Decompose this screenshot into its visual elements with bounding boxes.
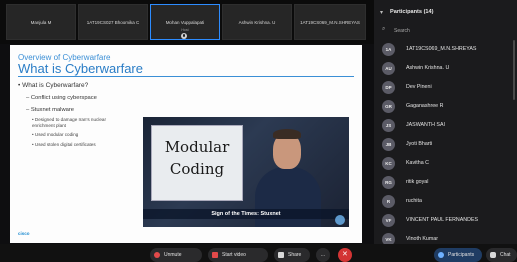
participant-name: JASWANTH SAI [406,122,445,128]
board-text: Coding [169,160,225,178]
participant-row[interactable]: 1A 1AT19CS069_M.N.SHREYAS [374,40,517,59]
participant-name: Ashwin Krishna. U [406,65,450,71]
participants-title: Participants (14) [390,9,434,15]
video-tile[interactable]: 1AT19CS069_M.N.SHREYAS [294,4,366,40]
avatar: VF [382,214,395,227]
avatar: JB [382,138,395,151]
avatar: R [382,195,395,208]
title-divider [18,76,354,77]
tile-name: Mohan Vuppalapati [165,20,205,25]
tile-name: Ashwin Krishna. U [238,20,276,25]
participant-row[interactable]: DP Dev Pineni [374,78,517,97]
video-tile[interactable]: Manjula M [6,4,76,40]
participant-name: Jyoti Bharti [406,141,433,147]
slide-bullet: Used stolen digital certificates [32,142,96,147]
participants-label: Participants [448,252,475,258]
participant-name: Vinoth Kumar [406,236,438,242]
start-video-button[interactable]: Start video [208,248,268,262]
share-icon [278,252,284,258]
slide-bullet: Used modular coding [32,132,78,137]
participant-row[interactable]: RG ritik goyal [374,173,517,192]
chat-button[interactable]: Chat [486,248,517,262]
mic-muted-icon [154,252,160,258]
tile-role: Host [181,28,189,32]
slide-bullet: Designed to damage Iran's nuclear enrich… [32,117,122,128]
chat-label: Chat [500,252,511,258]
avatar: KC [382,157,395,170]
cisco-logo: cisco [18,231,30,236]
close-icon: ✕ [342,251,348,258]
participants-header[interactable]: ▾ Participants (14) [374,8,517,20]
participants-panel: ▾ Participants (14) ⌕ Search 1A 1AT19CS0… [374,0,517,262]
start-video-label: Start video [222,252,246,258]
participant-row[interactable]: R ruchita [374,192,517,211]
more-options-button[interactable]: ... [316,248,330,262]
participant-row[interactable]: VF VINCENT PAUL FERNANDES [374,211,517,230]
tile-name: 1AT19CS069_M.N.SHREYAS [300,20,360,25]
participant-name: Kavitha C [406,160,429,166]
avatar: AU [382,62,395,75]
participant-name: 1AT19CS069_M.N.SHREYAS [406,46,477,52]
slide-bullet: Stuxnet malware [26,107,74,113]
tile-name: Manjula M [30,20,52,25]
participants-icon [438,252,444,258]
meeting-toolbar: Unmute Start video Share ... ✕ Participa… [0,244,517,262]
more-label: ... [320,252,326,258]
avatar: GR [382,100,395,113]
slide-bullet: What is Cyberwarfare? [18,82,88,89]
video-tile-active-speaker[interactable]: Mohan Vuppalapati Host [150,4,220,40]
participant-name: ruchita [406,198,422,204]
participant-row[interactable]: KC Kavitha C [374,154,517,173]
participant-row[interactable]: GR Gaganashree R [374,97,517,116]
unmute-label: Unmute [164,252,182,258]
tile-name: 1AT19CS027 Bhoomika C [86,20,140,25]
participant-name: VINCENT PAUL FERNANDES [406,217,479,223]
video-whiteboard: Modular Coding [151,125,243,201]
share-label: Share [288,252,302,258]
chevron-down-icon[interactable]: ▾ [380,9,383,16]
embedded-video[interactable]: Modular Coding Sign of the Times: Stuxne… [143,117,349,227]
avatar: JS [382,119,395,132]
video-tile[interactable]: Ashwin Krishna. U [222,4,292,40]
video-caption: Sign of the Times: Stuxnet [143,209,349,219]
participant-name: ritik goyal [406,179,429,185]
participant-list: 1A 1AT19CS069_M.N.SHREYAS AU Ashwin Kris… [374,40,517,249]
video-tile[interactable]: 1AT19CS027 Bhoomika C [78,4,148,40]
mic-icon [181,33,187,39]
video-logo-icon [335,215,345,225]
shared-screen: Overview of Cyberwarfare What is Cyberwa… [10,45,362,243]
participant-row[interactable]: JS JASWANTH SAI [374,116,517,135]
avatar: DP [382,81,395,94]
avatar: RG [382,176,395,189]
participant-name: Gaganashree R [406,103,444,109]
search-icon: ⌕ [382,26,386,32]
participants-button[interactable]: Participants [434,248,482,262]
leave-meeting-button[interactable]: ✕ [338,248,352,262]
search-placeholder: Search [394,28,410,34]
avatar: 1A [382,43,395,56]
chat-icon [490,252,496,258]
board-text: Modular [164,138,230,156]
search-input[interactable]: ⌕ Search [380,26,510,36]
video-strip: Manjula M 1AT19CS027 Bhoomika C Mohan Vu… [0,0,374,44]
unmute-button[interactable]: Unmute [150,248,202,262]
participant-name: Dev Pineni [406,84,432,90]
participant-row[interactable]: AU Ashwin Krishna. U [374,59,517,78]
slide-title: What is Cyberwarfare [18,61,143,76]
slide-bullet: Conflict using cyberspace [26,95,97,101]
participant-row[interactable]: JB Jyoti Bharti [374,135,517,154]
share-button[interactable]: Share [274,248,310,262]
video-off-icon [212,252,218,258]
